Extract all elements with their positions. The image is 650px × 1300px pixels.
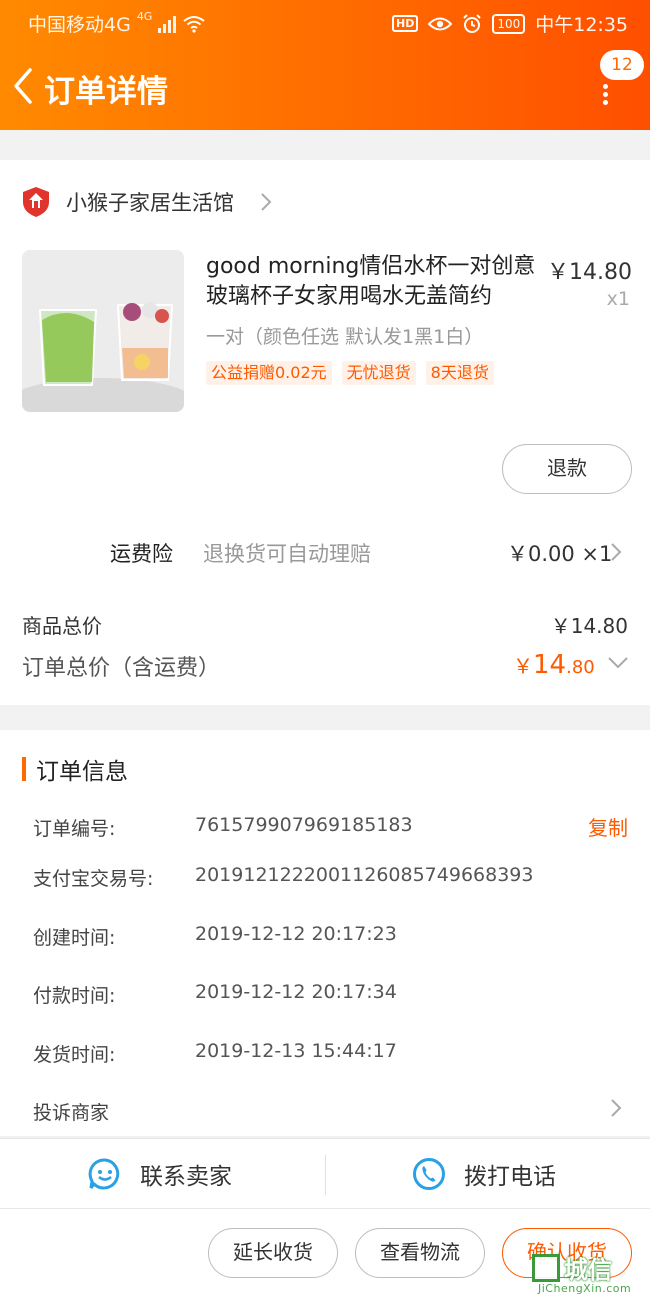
created-time-label: 创建时间:: [33, 927, 116, 949]
order-info-title: 订单信息: [22, 754, 128, 785]
goods-total-value: ￥14.80: [550, 614, 628, 638]
tag-8-day-return: 8天退货: [425, 361, 494, 385]
complain-chevron-icon[interactable]: [610, 1098, 622, 1118]
complain-seller-link[interactable]: 投诉商家: [33, 1098, 109, 1125]
order-total-label: 订单总价（含运费）: [22, 656, 221, 681]
shipping-insurance-chevron-icon[interactable]: [610, 542, 622, 562]
shipping-insurance-label: 运费险: [110, 542, 173, 566]
shop-shield-icon: [23, 187, 49, 217]
alipay-trade-label: 支付宝交易号:: [33, 868, 154, 890]
order-total-currency: ￥: [513, 654, 533, 678]
extend-receipt-button[interactable]: 延长收货: [208, 1228, 338, 1278]
contact-divider: [325, 1155, 326, 1195]
more-menu-icon[interactable]: [598, 82, 612, 105]
app-header: 中国移动4G 4G HD 100 中午12:35 订单详情 12: [0, 0, 650, 130]
product-spec: 一对（颜色任选 默认发1黑1白）: [206, 326, 484, 348]
title-accent-bar: [22, 757, 26, 781]
shop-row[interactable]: 小猴子家居生活馆: [22, 182, 234, 222]
watermark-sub-text: JiChengXin.com: [538, 1282, 632, 1295]
shipping-insurance-desc: 退换货可自动理赔: [203, 542, 371, 566]
order-number-label: 订单编号:: [33, 818, 116, 840]
carrier-label: 中国移动4G: [28, 14, 131, 36]
shipped-time-label: 发货时间:: [33, 1044, 116, 1066]
watermark-main-text: 城信: [564, 1256, 612, 1284]
wifi-icon: [183, 15, 205, 33]
product-image[interactable]: [22, 250, 184, 412]
order-number-value: 761579907969185183: [195, 814, 413, 836]
eye-icon: [428, 17, 453, 30]
order-item-card: 小猴子家居生活馆 good morning情侣水杯一对创意玻璃杯子女家用喝水无盖…: [0, 160, 650, 705]
signal-icon: [158, 15, 177, 33]
product-title[interactable]: good morning情侣水杯一对创意玻璃杯子女家用喝水无盖简约: [206, 252, 536, 312]
clock: 中午12:35: [535, 14, 628, 36]
paid-time-label: 付款时间:: [33, 985, 116, 1007]
product-quantity: x1: [606, 288, 630, 310]
tag-worry-free-return: 无忧退货: [341, 361, 416, 385]
order-total-decimal: .80: [566, 657, 595, 678]
contact-bar: 联系卖家 拨打电话: [0, 1138, 650, 1208]
call-label: 拨打电话: [464, 1164, 556, 1190]
shop-name: 小猴子家居生活馆: [66, 191, 234, 215]
alipay-trade-value: 2019121222001126085749668393: [195, 864, 534, 886]
order-info-card: 订单信息 订单编号: 761579907969185183 复制 支付宝交易号:…: [0, 730, 650, 1136]
contact-seller-label: 联系卖家: [140, 1164, 232, 1190]
contact-seller-button[interactable]: 联系卖家: [88, 1139, 232, 1209]
chevron-right-icon[interactable]: [260, 192, 272, 212]
created-time-value: 2019-12-12 20:17:23: [195, 923, 397, 945]
product-price: ￥14.80: [547, 260, 632, 285]
alarm-icon: [463, 13, 482, 33]
back-arrow-icon[interactable]: [10, 66, 36, 106]
network-tag: 4G: [136, 10, 153, 23]
tag-charity: 公益捐赠0.02元: [206, 361, 332, 385]
message-count-badge[interactable]: 12: [600, 50, 644, 80]
refund-button[interactable]: 退款: [502, 444, 632, 494]
chevron-down-icon[interactable]: [607, 656, 629, 670]
chat-bubble-icon: [88, 1158, 120, 1190]
order-total-integer: 14: [533, 650, 567, 680]
hd-badge: HD: [391, 15, 419, 32]
goods-total-label: 商品总价: [22, 614, 102, 638]
watermark-logo: 城信 JiChengXin.com: [532, 1250, 648, 1298]
watermark-box-icon: [532, 1253, 560, 1282]
call-button[interactable]: 拨打电话: [412, 1139, 556, 1209]
battery-indicator: 100: [492, 13, 526, 34]
view-logistics-button[interactable]: 查看物流: [355, 1228, 485, 1278]
order-total-value: ￥14.80: [513, 650, 595, 680]
paid-time-value: 2019-12-12 20:17:34: [195, 981, 397, 1003]
order-info-heading: 订单信息: [36, 759, 128, 785]
shipping-insurance-price: ￥0.00 ×1: [507, 542, 613, 566]
status-bar: 中国移动4G 4G HD 100 中午12:35: [0, 0, 650, 44]
product-tags: 公益捐赠0.02元 无忧退货 8天退货: [206, 361, 494, 385]
page-title: 订单详情: [44, 74, 168, 110]
phone-icon: [413, 1158, 445, 1190]
copy-button[interactable]: 复制: [588, 812, 628, 841]
shipped-time-value: 2019-12-13 15:44:17: [195, 1040, 397, 1062]
